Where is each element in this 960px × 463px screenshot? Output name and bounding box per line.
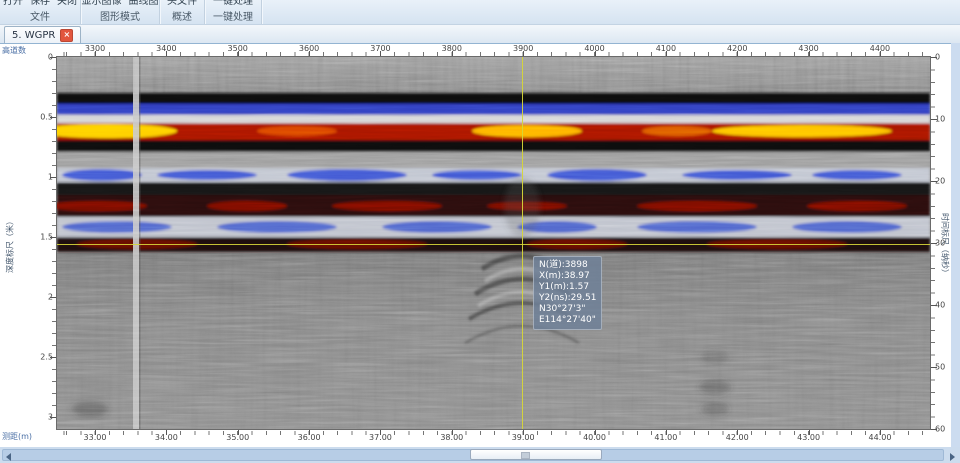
tab-close-icon[interactable]: × bbox=[60, 29, 73, 42]
left-axis-tick-mark bbox=[50, 357, 56, 358]
right-axis-tick-mark bbox=[931, 429, 937, 430]
scroll-right-arrow-icon[interactable] bbox=[950, 453, 955, 461]
left-axis-tick-label: 0.5 bbox=[23, 113, 53, 122]
right-gutter bbox=[951, 43, 960, 447]
bottom-axis-tick-mark bbox=[166, 430, 167, 435]
ribbon-group-0-items: 打开保存关闭 bbox=[0, 0, 80, 12]
right-axis-tick-mark bbox=[931, 57, 937, 58]
right-axis-tick-mark bbox=[931, 119, 937, 120]
top-axis-tick-mark bbox=[809, 51, 810, 56]
left-axis-tick-mark bbox=[50, 417, 56, 418]
bottom-axis-tick-mark bbox=[595, 430, 596, 435]
top-axis-tick-mark bbox=[666, 51, 667, 56]
bottom-axis-tick-mark bbox=[880, 430, 881, 435]
bottom-axis-tick-mark bbox=[666, 430, 667, 435]
cursor-readout-tooltip: N(道):3898X(m):38.97Y1(m):1.57Y2(ns):29.5… bbox=[533, 256, 602, 330]
right-axis-tick-mark bbox=[931, 181, 937, 182]
bottom-axis-tick-mark bbox=[238, 430, 239, 435]
left-axis-tick-label: 1 bbox=[23, 173, 53, 182]
bottom-axis-tick-mark bbox=[737, 430, 738, 435]
ribbon-item-2-0[interactable]: 头文件 bbox=[167, 0, 197, 12]
bottom-axis-tick-mark bbox=[95, 430, 96, 435]
ribbon-item-3-0[interactable]: 一键处理 bbox=[213, 0, 253, 12]
left-axis-tick-label: 2 bbox=[23, 293, 53, 302]
ribbon-group-3-items: 一键处理 bbox=[205, 0, 261, 12]
tab-wgpr[interactable]: 5. WGPR × bbox=[4, 26, 81, 43]
ribbon-group-2: 头文件概述 bbox=[160, 0, 205, 24]
top-axis-tick-mark bbox=[166, 51, 167, 56]
ribbon-group-1-items: 显示图像曲线图 bbox=[81, 0, 159, 12]
ribbon-group-0: 打开保存关闭文件 bbox=[0, 0, 81, 24]
ribbon-group-label: 概述 bbox=[160, 12, 204, 24]
ribbon-item-0-0[interactable]: 打开 bbox=[3, 0, 23, 12]
left-axis-tick-label: 3 bbox=[23, 413, 53, 422]
corner-label-distance: 测距(m) bbox=[2, 431, 32, 442]
ribbon-group-label: 图形模式 bbox=[81, 12, 159, 24]
bottom-axis-tick-mark bbox=[309, 430, 310, 435]
left-axis-tick-label: 0 bbox=[23, 53, 53, 62]
top-axis-tick-mark bbox=[238, 51, 239, 56]
ribbon-group-3: 一键处理一键处理 bbox=[205, 0, 262, 24]
tooltip-line-1: X(m):38.97 bbox=[539, 271, 596, 282]
ribbon-group-2-items: 头文件 bbox=[160, 0, 204, 12]
left-axis-tick-label: 2.5 bbox=[23, 353, 53, 362]
left-axis-title: 深度标尺（米） bbox=[5, 217, 16, 273]
left-axis-tick-mark bbox=[50, 57, 56, 58]
bottom-axis-tick-mark bbox=[523, 430, 524, 435]
tooltip-line-2: Y1(m):1.57 bbox=[539, 282, 596, 293]
bottom-axis-tick-mark bbox=[452, 430, 453, 435]
bottom-axis-tick-mark bbox=[380, 430, 381, 435]
gpr-app-window: 打开保存关闭文件显示图像曲线图图形模式头文件概述一键处理一键处理 5. WGPR… bbox=[0, 0, 960, 463]
top-axis-tick-mark bbox=[595, 51, 596, 56]
ribbon-group-label: 文件 bbox=[0, 12, 80, 24]
crosshair-vertical-line bbox=[522, 57, 523, 429]
tooltip-line-5: E114°27'40" bbox=[539, 315, 596, 326]
left-axis-tick-label: 1.5 bbox=[23, 233, 53, 242]
scroll-left-arrow-icon[interactable] bbox=[6, 453, 11, 461]
top-axis-tick-mark bbox=[309, 51, 310, 56]
ribbon-item-1-1[interactable]: 曲线图 bbox=[129, 0, 159, 12]
ribbon-groups: 打开保存关闭文件显示图像曲线图图形模式头文件概述一键处理一键处理 bbox=[0, 0, 960, 24]
ribbon-item-0-2[interactable]: 关闭 bbox=[57, 0, 77, 12]
scrollbar-thumb[interactable] bbox=[470, 449, 602, 460]
top-axis-tick-mark bbox=[380, 51, 381, 56]
top-axis-tick-mark bbox=[452, 51, 453, 56]
ribbon-group-1: 显示图像曲线图图形模式 bbox=[81, 0, 160, 24]
right-axis-tick-mark bbox=[931, 367, 937, 368]
ribbon-toolbar: 打开保存关闭文件显示图像曲线图图形模式头文件概述一键处理一键处理 bbox=[0, 0, 960, 25]
scrollbar-thumb-grip bbox=[521, 452, 530, 459]
tab-label: 5. WGPR bbox=[12, 30, 55, 41]
left-axis-tick-mark bbox=[50, 237, 56, 238]
right-axis-tick-mark bbox=[931, 305, 937, 306]
right-axis-tick-mark bbox=[931, 243, 937, 244]
ribbon-item-0-1[interactable]: 保存 bbox=[30, 0, 50, 12]
top-axis-tick-mark bbox=[95, 51, 96, 56]
top-axis-tick-mark bbox=[737, 51, 738, 56]
ribbon-item-1-0[interactable]: 显示图像 bbox=[82, 0, 122, 12]
tooltip-line-0: N(道):3898 bbox=[539, 260, 596, 271]
radargram-plot[interactable] bbox=[56, 56, 931, 430]
bottom-axis-tick-mark bbox=[809, 430, 810, 435]
crosshair-horizontal-line bbox=[57, 244, 930, 245]
radargram-image[interactable] bbox=[57, 57, 930, 429]
tooltip-line-3: Y2(ns):29.51 bbox=[539, 293, 596, 304]
tooltip-line-4: N30°27'3" bbox=[539, 304, 596, 315]
top-axis-tick-mark bbox=[523, 51, 524, 56]
top-axis-tick-mark bbox=[880, 51, 881, 56]
left-axis-tick-mark bbox=[50, 117, 56, 118]
ribbon-group-label: 一键处理 bbox=[205, 12, 261, 24]
tab-bar: 5. WGPR × bbox=[0, 25, 960, 44]
left-axis-tick-mark bbox=[50, 177, 56, 178]
left-axis-tick-mark bbox=[50, 297, 56, 298]
